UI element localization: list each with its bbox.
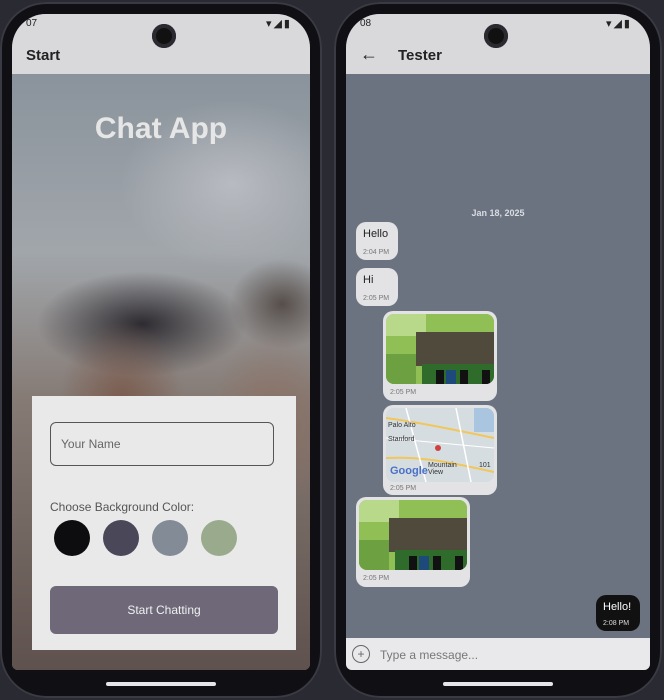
message-time: 2:05 PM bbox=[363, 295, 390, 302]
front-camera bbox=[484, 24, 508, 48]
home-indicator[interactable] bbox=[106, 682, 216, 686]
image-message[interactable]: 2:05 PM bbox=[356, 497, 470, 587]
shared-image[interactable] bbox=[386, 314, 494, 384]
color-swatch-slate[interactable] bbox=[152, 520, 188, 556]
date-separator: Jan 18, 2025 bbox=[471, 208, 525, 218]
add-attachment-icon[interactable]: + bbox=[352, 645, 370, 663]
map-label: Mountain View bbox=[428, 462, 457, 476]
shared-image[interactable] bbox=[359, 500, 467, 570]
message-time: 2:05 PM bbox=[390, 485, 417, 492]
back-arrow-icon[interactable]: ← bbox=[360, 44, 378, 65]
name-input[interactable] bbox=[50, 422, 274, 466]
map-label: Stanford bbox=[388, 436, 415, 443]
start-chatting-button[interactable]: Start Chatting bbox=[50, 586, 278, 634]
message-bubble[interactable]: Hi 2:05 PM bbox=[356, 268, 398, 306]
location-message[interactable]: Palo Alto Stanford Mountain View 101 Goo… bbox=[383, 405, 497, 495]
message-text: Hello bbox=[363, 228, 389, 240]
home-indicator[interactable] bbox=[443, 682, 553, 686]
status-icons: ▾◢▮ bbox=[265, 18, 292, 30]
map-label: Palo Alto bbox=[388, 422, 416, 429]
message-text: Hi bbox=[363, 274, 374, 286]
message-input-bar: + bbox=[346, 638, 650, 670]
message-bubble[interactable]: Hello 2:04 PM bbox=[356, 222, 398, 260]
status-time: 08 bbox=[360, 18, 372, 29]
app-title: Chat App bbox=[94, 112, 228, 145]
front-camera bbox=[152, 24, 176, 48]
message-time: 2:04 PM bbox=[363, 249, 390, 256]
message-text: Hello! bbox=[603, 601, 632, 613]
message-time: 2:05 PM bbox=[390, 389, 417, 396]
start-screen: 07 ▾◢▮ Start Chat App Choose Background … bbox=[12, 14, 310, 670]
own-message-bubble[interactable]: Hello! 2:08 PM bbox=[596, 595, 640, 631]
color-swatch-black[interactable] bbox=[54, 520, 90, 556]
map-preview[interactable]: Palo Alto Stanford Mountain View 101 Goo… bbox=[386, 408, 494, 482]
status-icons: ▾◢▮ bbox=[605, 18, 632, 30]
message-time: 2:05 PM bbox=[363, 575, 390, 582]
color-swatch-sage[interactable] bbox=[201, 520, 237, 556]
google-logo: Google bbox=[390, 465, 428, 477]
color-label: Choose Background Color: bbox=[50, 500, 195, 514]
page-title: Start bbox=[26, 47, 61, 64]
message-time: 2:08 PM bbox=[603, 620, 630, 627]
start-card: Choose Background Color: Start Chatting bbox=[32, 396, 296, 650]
message-input[interactable] bbox=[378, 644, 632, 666]
color-swatch-purple[interactable] bbox=[103, 520, 139, 556]
chat-screen: 08 ▾◢▮ ← Tester Jan 18, 2025 Hello 2:04 … bbox=[346, 14, 650, 670]
phone-start-screen: 07 ▾◢▮ Start Chat App Choose Background … bbox=[0, 2, 322, 698]
phone-chat-screen: 08 ▾◢▮ ← Tester Jan 18, 2025 Hello 2:04 … bbox=[334, 2, 662, 698]
status-time: 07 bbox=[26, 18, 38, 29]
image-message[interactable]: 2:05 PM bbox=[383, 311, 497, 401]
chat-title: Tester bbox=[398, 47, 442, 64]
map-label: 101 bbox=[479, 462, 491, 469]
